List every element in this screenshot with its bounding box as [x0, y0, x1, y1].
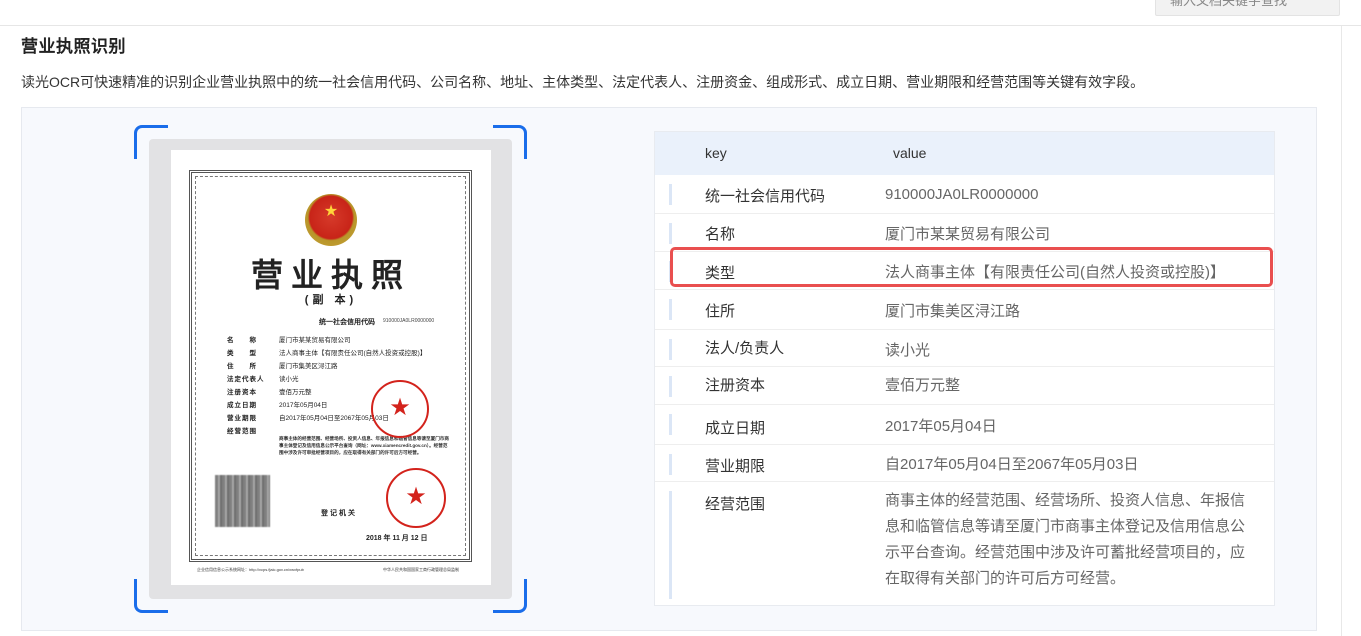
table-row: 统一社会信用代码 910000JA0LR0000000: [655, 175, 1274, 214]
license-row-label: 法定代表人: [227, 376, 265, 383]
row-indicator: [669, 491, 672, 599]
section-description: 读光OCR可快速精准的识别企业营业执照中的统一社会信用代码、公司名称、地址、主体…: [21, 74, 1145, 90]
license-row-label: 成立日期: [227, 402, 257, 409]
license-row-value: 自2017年05月04日至2067年05月03日: [279, 415, 389, 422]
license-footer-left: 企业信用信息公示系统网址：http://vcps.fjaic.gov.cn/xw…: [197, 567, 304, 572]
qr-code-icon: [215, 475, 270, 527]
license-row-value: 厦门市集美区浔江路: [279, 363, 338, 370]
row-value: 2017年05月04日: [885, 418, 997, 435]
content-divider: [1341, 26, 1342, 636]
license-row-label: 类 型: [227, 350, 257, 357]
result-table-header: key value: [655, 132, 1274, 175]
top-bar: 输入文档关键字查找: [0, 0, 1361, 26]
search-input[interactable]: 输入文档关键字查找: [1155, 0, 1340, 16]
row-value: 读小光: [885, 342, 931, 359]
license-row: 住 所 厦门市集美区浔江路: [227, 360, 457, 373]
license-row-label: 住 所: [227, 363, 257, 370]
license-row: 法定代表人 读小光: [227, 373, 457, 386]
row-value: 壹佰万元整: [885, 377, 961, 394]
highlight-box: [670, 247, 1273, 287]
license-row-label: 名 称: [227, 337, 257, 344]
row-indicator: [669, 414, 672, 435]
row-key: 营业期限: [705, 458, 766, 475]
row-key: 成立日期: [705, 420, 766, 437]
row-key: 注册资本: [705, 377, 766, 394]
license-row: 类 型 法人商事主体【有限责任公司(自然人投资或控股)】: [227, 347, 457, 360]
license-registrar: 登记机关: [321, 510, 357, 517]
license-row-value: 厦门市某某贸易有限公司: [279, 337, 351, 344]
license-row-value: 壹佰万元整: [279, 389, 312, 396]
row-key: 经营范围: [705, 496, 766, 513]
license-row-label: 注册资本: [227, 389, 257, 396]
license-row-label: 经营范围: [227, 428, 257, 435]
row-indicator: [669, 299, 672, 320]
license-scope-text: 商事主体的经营范围、经营场所、投资人信息、年报信息和临管信息等请至厦门市商事主体…: [279, 436, 449, 455]
license-code-label: 统一社会信用代码: [319, 319, 375, 326]
official-seal-icon: ★: [371, 380, 429, 438]
row-value: 910000JA0LR0000000: [885, 186, 1039, 203]
scan-corner-icon: [134, 579, 168, 613]
table-row: 成立日期 2017年05月04日: [655, 405, 1274, 445]
row-key: 住所: [705, 303, 736, 320]
section-title: 营业执照识别: [21, 37, 126, 56]
table-row: 住所 厦门市集美区浔江路: [655, 290, 1274, 330]
row-value: 商事主体的经营范围、经营场所、投资人信息、年报信息和临管信息等请至厦门市商事主体…: [885, 492, 1246, 587]
license-row-label: 营业期限: [227, 415, 257, 422]
header-value: value: [893, 145, 927, 161]
scan-corner-icon: [134, 125, 168, 159]
row-indicator: [669, 339, 672, 360]
row-indicator: [669, 376, 672, 397]
row-indicator: [669, 223, 672, 244]
row-indicator: [669, 184, 672, 205]
row-key: 名称: [705, 226, 736, 243]
national-emblem-icon: ★: [305, 194, 357, 246]
license-subtitle: (副 本): [304, 294, 358, 306]
row-key: 统一社会信用代码: [705, 188, 826, 205]
license-row-value: 法人商事主体【有限责任公司(自然人投资或控股)】: [279, 350, 427, 357]
header-key: key: [705, 145, 727, 161]
license-title: 营业执照: [250, 256, 411, 294]
table-row: 注册资本 壹佰万元整: [655, 367, 1274, 405]
row-key: 法人/负责人: [705, 340, 785, 357]
license-row-value: 读小光: [279, 376, 299, 383]
table-row: 营业期限 自2017年05月04日至2067年05月03日: [655, 445, 1274, 482]
license-row-value: 2017年05月04日: [279, 402, 328, 409]
registration-seal-icon: ★: [386, 468, 446, 528]
business-license-image: ★ 营业执照 (副 本) 统一社会信用代码 910000JA0LR0000000…: [171, 150, 491, 585]
license-date: 2018 年 11 月 12 日: [366, 535, 428, 542]
table-row: 法人/负责人 读小光: [655, 330, 1274, 367]
row-indicator: [669, 454, 672, 475]
license-row: 名 称 厦门市某某贸易有限公司: [227, 334, 457, 347]
license-code: 910000JA0LR0000000: [383, 318, 435, 324]
table-row: 经营范围 商事主体的经营范围、经营场所、投资人信息、年报信息和临管信息等请至厦门…: [655, 482, 1274, 606]
row-value: 厦门市集美区浔江路: [885, 303, 1021, 320]
row-value: 自2017年05月04日至2067年05月03日: [885, 456, 1139, 473]
license-footer-right: 中华人民共和国国家工商行政管理总局监制: [383, 567, 459, 572]
scan-corner-icon: [493, 125, 527, 159]
scan-corner-icon: [493, 579, 527, 613]
result-table: key value 统一社会信用代码 910000JA0LR0000000 名称…: [654, 131, 1275, 606]
row-value: 厦门市某某贸易有限公司: [885, 226, 1051, 243]
